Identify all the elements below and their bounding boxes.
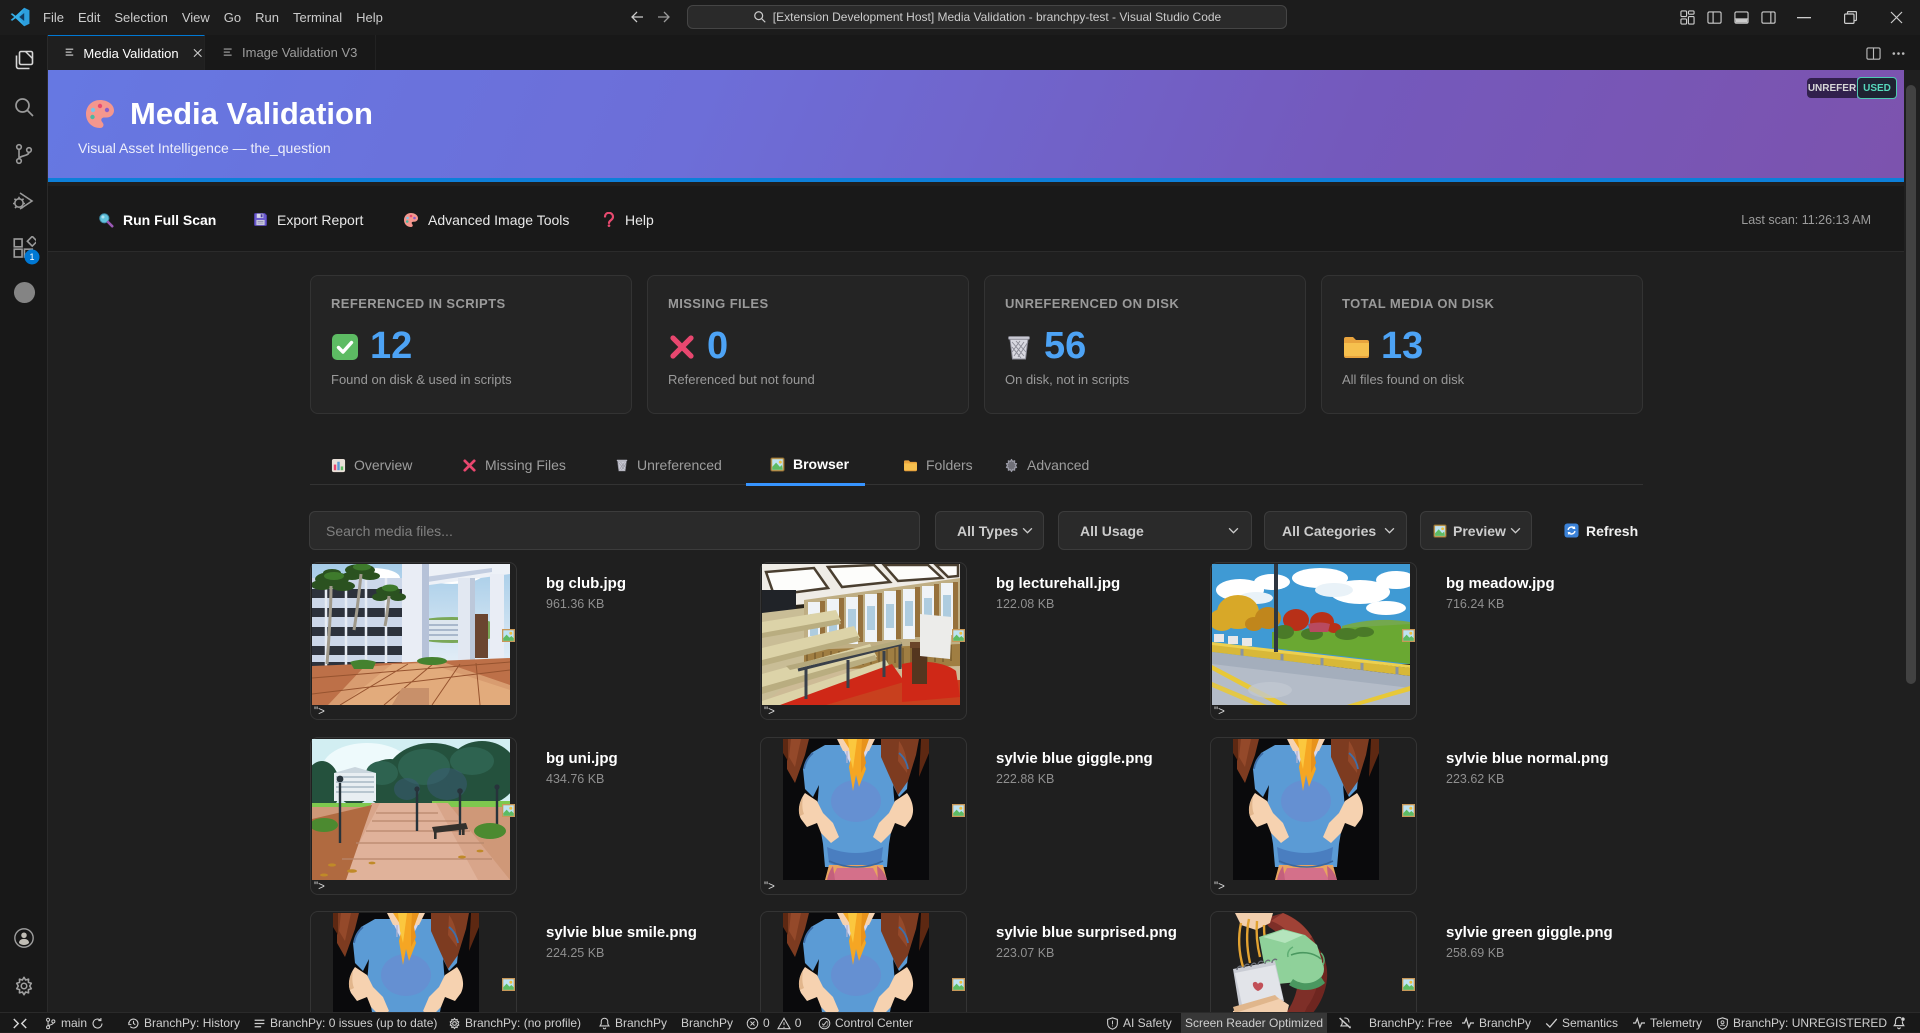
svg-text:1: 1 (29, 252, 34, 262)
